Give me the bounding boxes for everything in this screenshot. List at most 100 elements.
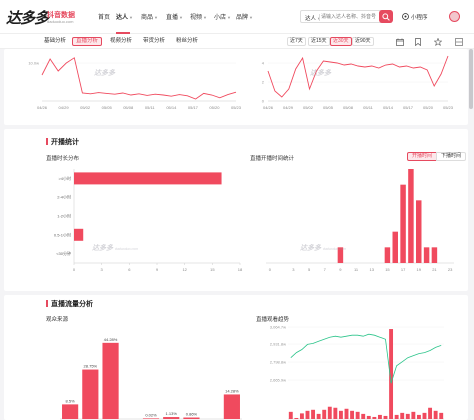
bar <box>288 411 293 419</box>
category-label: 0.5-1小时 <box>54 231 71 237</box>
live-count-trend-chart: 4 2 004/26 04/29 05/02 05/05 05/08 05/11 05/14 05… <box>262 55 454 110</box>
bar <box>439 412 444 419</box>
traffic-analysis-card: 直播流量分析 观众来源 直播观看趋势 8.5% 28.75% 44.28% 0.02%… <box>4 295 468 420</box>
mini-program-label[interactable]: 小程序 <box>411 13 428 21</box>
x-tick-label: 0 <box>269 267 272 272</box>
duration-chart-title: 直播时长分布 <box>46 156 80 162</box>
x-tick-label: 17 <box>401 267 406 272</box>
analysis-tab-bar: 基础分析 直播分析 视频分析 带货分析 粉丝分析 近7天 近15天 近30天 近90天 <box>0 34 474 49</box>
nav-item-2[interactable]: 商品▼ <box>141 12 158 21</box>
bar <box>423 247 430 263</box>
x-tick-label: 15 <box>385 267 390 272</box>
tab-1[interactable]: 直播分析 <box>72 37 103 46</box>
bar <box>392 231 398 263</box>
star-icon[interactable] <box>434 38 442 46</box>
bar <box>422 412 427 419</box>
bar <box>322 409 327 419</box>
search-divider <box>319 14 320 21</box>
trend-line <box>290 333 442 384</box>
data-label: 44.28% <box>104 337 118 342</box>
x-tick-label: 05/08 <box>343 105 354 110</box>
calendar-icon[interactable] <box>396 38 404 46</box>
chevron-down-icon: ▼ <box>179 15 183 20</box>
range-option-0[interactable]: 近7天 <box>287 37 306 46</box>
bar <box>163 417 180 419</box>
bar <box>311 409 316 419</box>
chevron-down-icon: ▼ <box>154 15 158 20</box>
nav-item-3[interactable]: 直播▼ <box>166 12 183 21</box>
data-label: 0.02% <box>145 412 157 417</box>
range-option-3[interactable]: 近90天 <box>352 37 374 46</box>
bar <box>411 411 416 419</box>
series-line <box>267 55 449 98</box>
x-tick-label: 05/20 <box>209 105 220 110</box>
live-views-trend-chart: 10.0w 04/26 04/29 05/02 05/05 05/08 05/11 05/14… <box>28 57 242 110</box>
bar <box>428 407 433 419</box>
mini-program-icon[interactable] <box>402 13 409 20</box>
bar <box>62 404 79 419</box>
tab-3[interactable]: 带货分析 <box>143 37 165 46</box>
bar <box>383 415 388 419</box>
x-tick-label: 6 <box>128 267 131 272</box>
avatar[interactable] <box>449 11 460 22</box>
watermark: 达多多 <box>94 68 116 77</box>
bar <box>350 410 355 419</box>
bar <box>294 417 299 419</box>
y-tick-label: 2,931.8w <box>270 342 286 347</box>
x-tick-label: 05/17 <box>188 105 199 110</box>
duration-bar-chart: >4小时 2-4小时 1-2小时 0.5-1小时 <30分钟 0 3 6 9 12 15 18 <box>54 169 243 272</box>
x-tick-label: 13 <box>370 267 375 272</box>
x-tick-label: 11 <box>354 267 359 272</box>
x-tick-label: 3 <box>292 267 295 272</box>
y-tick-label: 2,665.9w <box>270 378 286 383</box>
bar <box>74 172 222 185</box>
nav-item-1[interactable]: 达人▼ <box>116 12 133 21</box>
bar <box>366 415 371 419</box>
bar <box>102 342 119 419</box>
bar <box>400 412 405 419</box>
x-tick-label: 04/26 <box>263 105 274 110</box>
category-label: <30分钟 <box>56 250 71 256</box>
x-tick-label: 04/29 <box>59 105 70 110</box>
nav-item-0[interactable]: 首页 <box>98 12 110 21</box>
bar <box>431 247 438 263</box>
range-option-2[interactable]: 近30天 <box>330 37 352 46</box>
watermark: 达多多 daduoduo.com <box>92 245 139 252</box>
y-tick-label: 2,798.8w <box>270 360 286 365</box>
data-label: 14.28% <box>225 388 239 393</box>
tab-0[interactable]: 基础分析 <box>44 37 66 46</box>
top-navigation-bar: 达多多 抖音数据 daduoduo.com 首页 达人▼ 商品▼ 直播▼ 视频▼ 小店▼ 品… <box>0 0 474 34</box>
search-button[interactable] <box>379 10 393 23</box>
page-scrollbar[interactable] <box>469 49 473 109</box>
section-title-broadcast: 开播统计 <box>46 137 79 147</box>
x-tick-label: 3 <box>101 267 104 272</box>
chevron-down-icon: ▼ <box>203 15 207 20</box>
bar <box>223 394 240 419</box>
broadcast-stats-card: 开播统计 直播时长分布 直播开播时间统计 开播时间 下播时间 >4小时 2-4小时… <box>4 129 468 291</box>
viewing-trend-title: 直播观看趋势 <box>256 317 290 323</box>
nav-item-6[interactable]: 品牌▼ <box>236 12 253 21</box>
x-tick-label: 04/26 <box>37 105 48 110</box>
bar <box>416 200 422 263</box>
toggle-start-time[interactable]: 开播时间 <box>407 152 438 161</box>
watermark: 达多多 daduoduo.com <box>300 245 347 252</box>
data-label: 1.13% <box>166 411 178 416</box>
x-tick-label: 05/05 <box>323 105 334 110</box>
logo[interactable]: 达多多 抖音数据 daduoduo.com <box>6 8 90 28</box>
bar <box>305 410 310 419</box>
tab-4[interactable]: 粉丝分析 <box>176 37 198 46</box>
x-tick-label: 05/11 <box>363 105 373 110</box>
toggle-end-time[interactable]: 下播时间 <box>436 152 467 161</box>
bookmark-icon[interactable] <box>414 38 422 46</box>
x-tick-label: 0 <box>73 267 76 272</box>
x-tick-label: 04/29 <box>283 105 294 110</box>
category-label: >4小时 <box>58 175 71 181</box>
bar <box>338 410 343 419</box>
tab-2[interactable]: 视频分析 <box>110 37 132 46</box>
more-icon[interactable] <box>455 38 463 46</box>
audience-source-bar-chart: 8.5% 28.75% 44.28% 0.02% 1.13% 0.86% 14.28% <box>60 337 242 420</box>
nav-item-5[interactable]: 小店▼ <box>214 12 231 21</box>
x-tick-label: 05/02 <box>80 105 91 110</box>
nav-item-4[interactable]: 视频▼ <box>190 12 207 21</box>
range-option-1[interactable]: 近15天 <box>308 37 330 46</box>
